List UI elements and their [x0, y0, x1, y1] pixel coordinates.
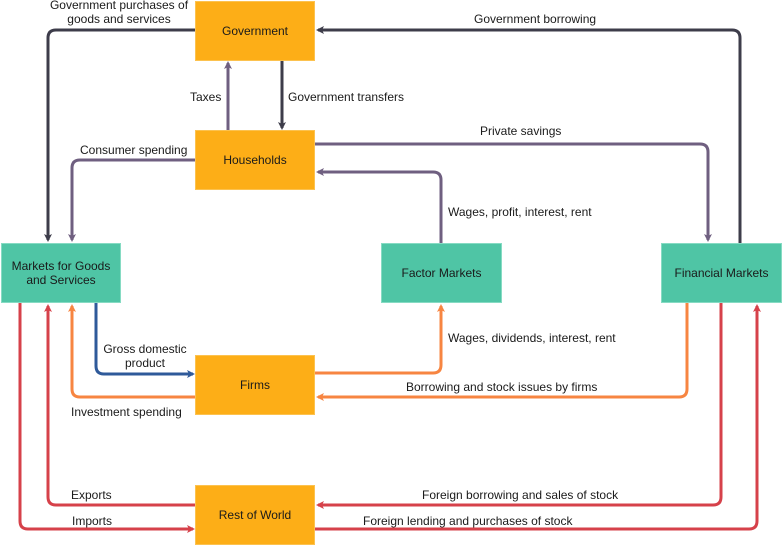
node-households[interactable]: Households	[195, 130, 315, 190]
label-exports: Exports	[71, 488, 112, 502]
label-gov-purchases: Government purchases of goods and servic…	[49, 0, 189, 26]
node-label: Rest of World	[218, 508, 292, 522]
edge-gov-purchases	[44, 28, 195, 242]
node-rest-of-world[interactable]: Rest of World	[195, 485, 315, 545]
label-wages-dividends: Wages, dividends, interest, rent	[448, 331, 616, 345]
label-gdp: Gross domestic product	[103, 342, 187, 370]
label-investment-spending: Investment spending	[71, 405, 182, 419]
label-wages-profit: Wages, profit, interest, rent	[448, 205, 592, 219]
node-label: Firms	[240, 378, 270, 392]
node-government[interactable]: Government	[195, 1, 315, 61]
node-label: Factor Markets	[401, 266, 482, 280]
edge-consumer-spending	[68, 158, 195, 242]
node-label: Households	[223, 153, 287, 167]
node-label: Financial Markets	[674, 266, 769, 280]
node-label: Markets for Goods and Services	[11, 259, 111, 287]
label-gov-borrowing: Government borrowing	[474, 12, 597, 26]
label-taxes: Taxes	[190, 90, 222, 104]
label-imports: Imports	[72, 514, 113, 528]
node-markets-goods-services[interactable]: Markets for Goods and Services	[1, 243, 121, 303]
node-firms[interactable]: Firms	[195, 355, 315, 415]
label-foreign-lending: Foreign lending and purchases of stock	[363, 514, 573, 528]
edge-private-savings	[315, 142, 712, 242]
edge-wages-profit	[316, 168, 443, 243]
label-private-savings: Private savings	[480, 124, 562, 138]
label-gov-transfers: Government transfers	[288, 90, 405, 104]
label-borrowing-stock: Borrowing and stock issues by firms	[406, 380, 598, 394]
node-financial-markets[interactable]: Financial Markets	[661, 243, 782, 303]
label-consumer-spending: Consumer spending	[80, 143, 188, 157]
node-factor-markets[interactable]: Factor Markets	[381, 243, 502, 303]
label-foreign-borrowing: Foreign borrowing and sales of stock	[422, 488, 619, 502]
node-label: Government	[221, 24, 289, 38]
edge-wages-dividends	[315, 304, 445, 375]
